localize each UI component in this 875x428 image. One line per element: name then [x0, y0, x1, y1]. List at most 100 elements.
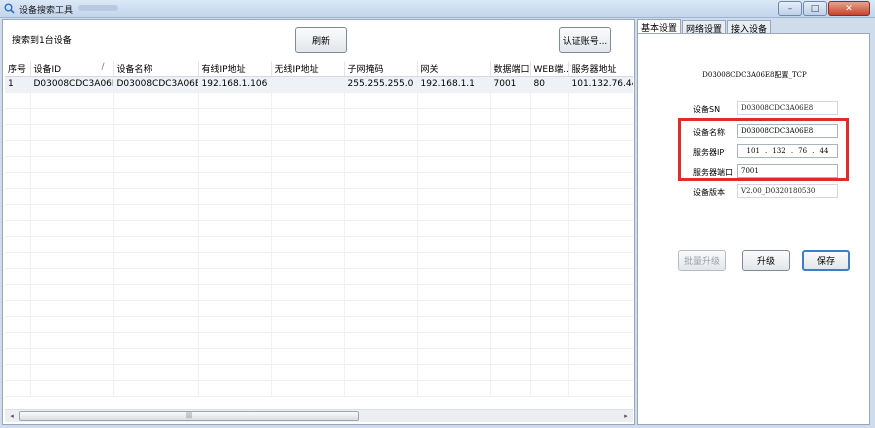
table-cell: [417, 220, 491, 237]
table-cell: [271, 76, 345, 93]
table-cell: [568, 252, 633, 269]
table-cell: [417, 348, 491, 365]
horizontal-scrollbar[interactable]: ◂ ||| ▸: [5, 409, 633, 422]
table-cell: [30, 380, 114, 397]
column-header[interactable]: WEB端...: [530, 61, 569, 77]
table-cell: [530, 252, 569, 269]
table-cell: [198, 124, 272, 141]
table-cell: [568, 300, 633, 317]
table-cell: [30, 252, 114, 269]
table-cell: [30, 284, 114, 301]
table-cell: [568, 188, 633, 205]
close-button[interactable]: ✕: [828, 1, 870, 16]
scrollbar-thumb[interactable]: |||: [19, 411, 359, 421]
empty-table-row: [5, 284, 633, 301]
table-cell: [30, 92, 114, 109]
table-cell: [530, 172, 569, 189]
column-header[interactable]: 数据端口: [490, 61, 531, 77]
auth-account-button[interactable]: 认证账号...: [559, 27, 611, 53]
table-cell: [530, 300, 569, 317]
table-cell: 7001: [490, 76, 531, 93]
table-cell: [5, 124, 31, 141]
table-cell: [113, 236, 199, 253]
table-cell: [5, 364, 31, 381]
device-version-field: V2.00_D0320180530: [737, 184, 838, 198]
tab-basic-settings[interactable]: 基本设置: [637, 19, 682, 34]
column-header[interactable]: 网关: [417, 61, 491, 77]
batch-upgrade-button[interactable]: 批量升级: [678, 250, 726, 271]
tab-access-devices[interactable]: 接入设备: [727, 20, 772, 35]
table-cell: [113, 188, 199, 205]
minimize-button[interactable]: –: [778, 1, 802, 16]
table-cell: [417, 364, 491, 381]
table-cell: [198, 364, 272, 381]
table-cell: [198, 380, 272, 397]
table-cell: [568, 284, 633, 301]
table-cell: [113, 140, 199, 157]
table-cell: [30, 156, 114, 173]
save-button[interactable]: 保存: [802, 250, 850, 271]
empty-table-row: [5, 108, 633, 125]
column-header[interactable]: 子网掩码: [344, 61, 418, 77]
table-cell: [530, 188, 569, 205]
table-cell: [530, 140, 569, 157]
table-cell: [568, 220, 633, 237]
table-cell: [568, 380, 633, 397]
table-cell: 255.255.255.0: [344, 76, 418, 93]
empty-table-row: [5, 252, 633, 269]
search-icon: [4, 3, 15, 14]
table-cell: [490, 348, 531, 365]
table-cell: [530, 236, 569, 253]
table-cell: [30, 268, 114, 285]
table-cell: [530, 156, 569, 173]
refresh-button[interactable]: 刷新: [295, 27, 347, 53]
empty-table-row: [5, 364, 633, 381]
table-cell: [568, 92, 633, 109]
scroll-right-icon[interactable]: ▸: [621, 411, 631, 421]
table-cell: [5, 236, 31, 253]
table-cell: [198, 204, 272, 221]
table-cell: [113, 300, 199, 317]
table-cell: [30, 364, 114, 381]
tab-network-settings[interactable]: 网络设置: [682, 20, 727, 35]
table-cell: [5, 332, 31, 349]
table-cell: [417, 108, 491, 125]
column-header[interactable]: 服务器地址: [568, 61, 633, 77]
table-cell: [198, 300, 272, 317]
column-header[interactable]: 无线IP地址: [271, 61, 345, 77]
table-cell: [198, 108, 272, 125]
table-cell: [30, 204, 114, 221]
table-cell: [490, 108, 531, 125]
table-cell: [417, 284, 491, 301]
table-cell: [344, 284, 418, 301]
table-cell: [30, 188, 114, 205]
column-header[interactable]: 设备名称: [113, 61, 199, 77]
column-header[interactable]: 序号: [5, 61, 31, 77]
table-cell: [530, 380, 569, 397]
empty-table-row: [5, 92, 633, 109]
table-cell: [344, 188, 418, 205]
table-cell: [271, 92, 345, 109]
table-cell: [30, 236, 114, 253]
table-cell: [113, 364, 199, 381]
upgrade-button[interactable]: 升级: [742, 250, 790, 271]
config-title: D03008CDC3A06E8配置_TCP: [702, 71, 807, 79]
table-cell: [5, 380, 31, 397]
table-cell: [490, 172, 531, 189]
table-cell: [198, 284, 272, 301]
empty-table-row: [5, 380, 633, 397]
table-cell: [5, 316, 31, 333]
column-header-device-id[interactable]: 设备ID /: [30, 61, 114, 77]
table-cell: [113, 380, 199, 397]
table-cell: [344, 172, 418, 189]
table-cell: [113, 252, 199, 269]
scroll-left-icon[interactable]: ◂: [7, 411, 17, 421]
table-cell: [490, 364, 531, 381]
table-cell: [417, 172, 491, 189]
empty-table-row: [5, 220, 633, 237]
column-header[interactable]: 有线IP地址: [198, 61, 272, 77]
table-row[interactable]: 1 D03008CDC3A06E8 D03008CDC3A06E8 192.16…: [5, 76, 633, 93]
table-cell: [5, 140, 31, 157]
table-cell: [344, 124, 418, 141]
maximize-button[interactable]: □: [803, 1, 827, 16]
